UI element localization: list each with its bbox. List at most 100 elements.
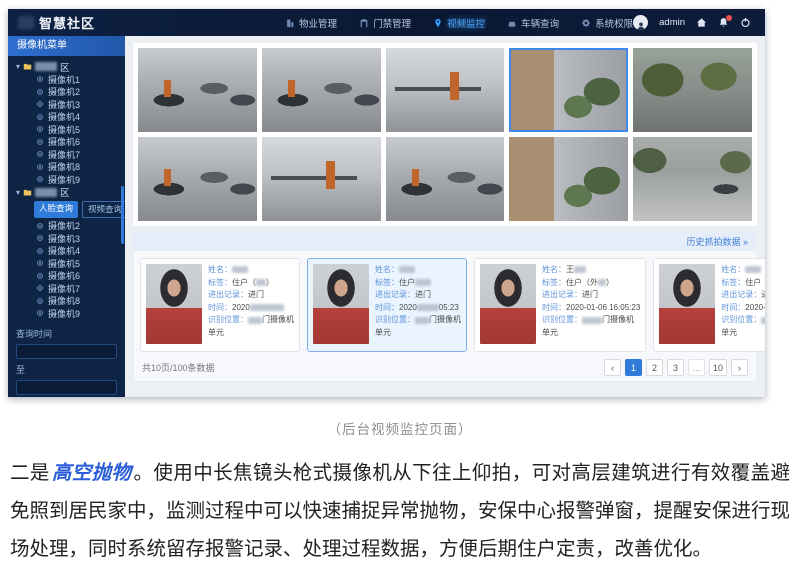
capture-card-4[interactable]: 姓名：标签：住户（外）进出记录：进门时间：2020-01-06 16:05:23…	[653, 258, 765, 352]
field-label: 进出记录：	[721, 290, 761, 299]
tree-camera-item[interactable]: 摄像机2	[16, 86, 119, 99]
avatar[interactable]	[633, 15, 648, 30]
history-capture-link[interactable]: 历史抓拍数据 »	[686, 235, 748, 248]
field-label: 时间：	[542, 303, 566, 312]
nav-item-car[interactable]: 车辆查询	[507, 16, 559, 30]
field-value: 门摄像机	[429, 315, 461, 324]
page-next-button[interactable]: ›	[731, 359, 748, 376]
tree-camera-item[interactable]: 摄像机9	[16, 307, 119, 320]
face-query-button[interactable]: 人脸查询	[34, 201, 78, 218]
sidebar-header: 摄像机菜单	[8, 36, 125, 56]
field-value: 单元	[542, 328, 558, 337]
field-value: ）	[606, 278, 614, 287]
card-field: 标签：住户（外）	[542, 277, 640, 290]
card-info: 姓名：王标签：住户（外）进出记录：进门时间：2020-01-06 16:05:2…	[542, 264, 640, 346]
redacted-text	[399, 266, 415, 273]
tree-camera-item[interactable]: 摄像机5	[16, 257, 119, 270]
tree-camera-item[interactable]: 摄像机7	[16, 282, 119, 295]
bell-icon[interactable]	[718, 17, 729, 28]
nav-item-label: 系统权限	[595, 16, 633, 30]
page-prev-button[interactable]: ‹	[604, 359, 621, 376]
card-field: 时间：2020-01-06 16:05:23	[542, 302, 640, 315]
caret-down-icon: ▾	[16, 62, 20, 71]
card-field: 标签：住户（外）	[721, 277, 765, 290]
video-tile-1[interactable]	[138, 48, 257, 132]
field-value: 住户	[399, 278, 415, 287]
app-logo	[18, 16, 34, 29]
page-button-10[interactable]: 10	[709, 359, 727, 376]
redacted-text	[35, 62, 57, 71]
query-start-input[interactable]	[16, 344, 117, 359]
camera-label: 摄像机9	[48, 173, 80, 186]
screenshot-caption: （后台视频监控页面）	[0, 418, 800, 438]
video-tile-4[interactable]	[509, 48, 628, 132]
tree-camera-item[interactable]: 摄像机4	[16, 245, 119, 258]
capture-card-1[interactable]: 姓名：标签：住户（）进出记录：进门时间：2020识别位置：门摄像机单元	[140, 258, 300, 352]
video-tile-10[interactable]	[633, 137, 752, 221]
nav-item-gate[interactable]: 门禁管理	[359, 16, 411, 30]
tree-camera-item[interactable]: 摄像机6	[16, 270, 119, 283]
field-value: ）	[266, 278, 274, 287]
video-query-button[interactable]: 视频查询	[82, 201, 125, 218]
video-tile-8[interactable]	[386, 137, 505, 221]
tree-camera-item[interactable]: 摄像机9	[16, 173, 119, 186]
camera-label: 摄像机5	[48, 257, 80, 270]
card-field: 姓名：	[208, 264, 294, 277]
tree-camera-item[interactable]: 摄像机2	[16, 220, 119, 233]
tree-camera-item[interactable]: 摄像机3	[16, 232, 119, 245]
field-label: 进出记录：	[208, 290, 248, 299]
tree-camera-item[interactable]: 摄像机3	[16, 98, 119, 111]
field-label: 时间：	[721, 303, 745, 312]
power-icon[interactable]	[740, 17, 751, 28]
home-icon[interactable]	[696, 17, 707, 28]
tree-camera-item[interactable]: 摄像机1	[16, 73, 119, 86]
camera-label: 摄像机8	[48, 294, 80, 307]
tree-folder-2[interactable]: ▾区	[16, 186, 119, 199]
main-content: 历史抓拍数据 » 姓名：标签：住户（）进出记录：进门时间：2020识别位置：门摄…	[125, 36, 765, 397]
video-tile-6[interactable]	[138, 137, 257, 221]
nav-item-gear[interactable]: 系统权限	[581, 16, 633, 30]
video-tile-5[interactable]	[633, 48, 752, 132]
capture-card-2[interactable]: 姓名：标签：住户进出记录：进门时间：202005:23识别位置：门摄像机单元	[307, 258, 467, 352]
nav-item-pin[interactable]: 视频监控	[433, 16, 485, 30]
card-field: 时间：2020	[208, 302, 294, 315]
sidebar-scrollbar[interactable]	[121, 186, 124, 244]
camera-label: 摄像机4	[48, 110, 80, 123]
tree-camera-item[interactable]: 摄像机4	[16, 111, 119, 124]
card-field: 识别位置：门摄像机	[721, 314, 765, 327]
card-field: 进出记录：进门	[208, 289, 294, 302]
video-tile-2[interactable]	[262, 48, 381, 132]
surveillance-screenshot: 智慧社区 物业管理门禁管理视频监控车辆查询系统权限 admin 摄像机菜单 ▾区…	[8, 9, 765, 397]
records-summary: 共10页/100条数据	[142, 361, 215, 374]
tree-camera-item[interactable]: 摄像机8	[16, 161, 119, 174]
nav-item-label: 门禁管理	[373, 16, 411, 30]
tree-folder-1[interactable]: ▾区	[16, 60, 119, 73]
video-tile-7[interactable]	[262, 137, 381, 221]
camera-label: 摄像机2	[48, 219, 80, 232]
page-ellipsis[interactable]: ...	[688, 359, 705, 376]
capture-card-3[interactable]: 姓名：王标签：住户（外）进出记录：进门时间：2020-01-06 16:05:2…	[474, 258, 646, 352]
nav-item-building[interactable]: 物业管理	[285, 16, 337, 30]
video-tile-9[interactable]	[509, 137, 628, 221]
tree-camera-item[interactable]: 摄像机8	[16, 295, 119, 308]
field-label: 识别位置：	[208, 315, 248, 324]
tree-camera-item[interactable]: 摄像机6	[16, 136, 119, 149]
page-button-2[interactable]: 2	[646, 359, 663, 376]
tree-camera-item[interactable]: 摄像机5	[16, 123, 119, 136]
redacted-text	[761, 317, 765, 324]
page-button-3[interactable]: 3	[667, 359, 684, 376]
field-label: 标签：	[208, 278, 232, 287]
video-tile-3[interactable]	[386, 48, 505, 132]
tree-camera-item[interactable]: 摄像机7	[16, 148, 119, 161]
card-field: 时间：202005:23	[375, 302, 461, 315]
field-label: 时间：	[375, 303, 399, 312]
camera-label: 摄像机6	[48, 135, 80, 148]
field-label: 姓名：	[208, 265, 232, 274]
query-end-input[interactable]	[16, 380, 117, 395]
camera-label: 摄像机1	[48, 73, 80, 86]
face-photo	[146, 264, 202, 344]
field-value: 进门	[582, 290, 598, 299]
camera-label: 摄像机8	[48, 160, 80, 173]
card-field: 单元	[542, 327, 640, 340]
page-button-1[interactable]: 1	[625, 359, 642, 376]
